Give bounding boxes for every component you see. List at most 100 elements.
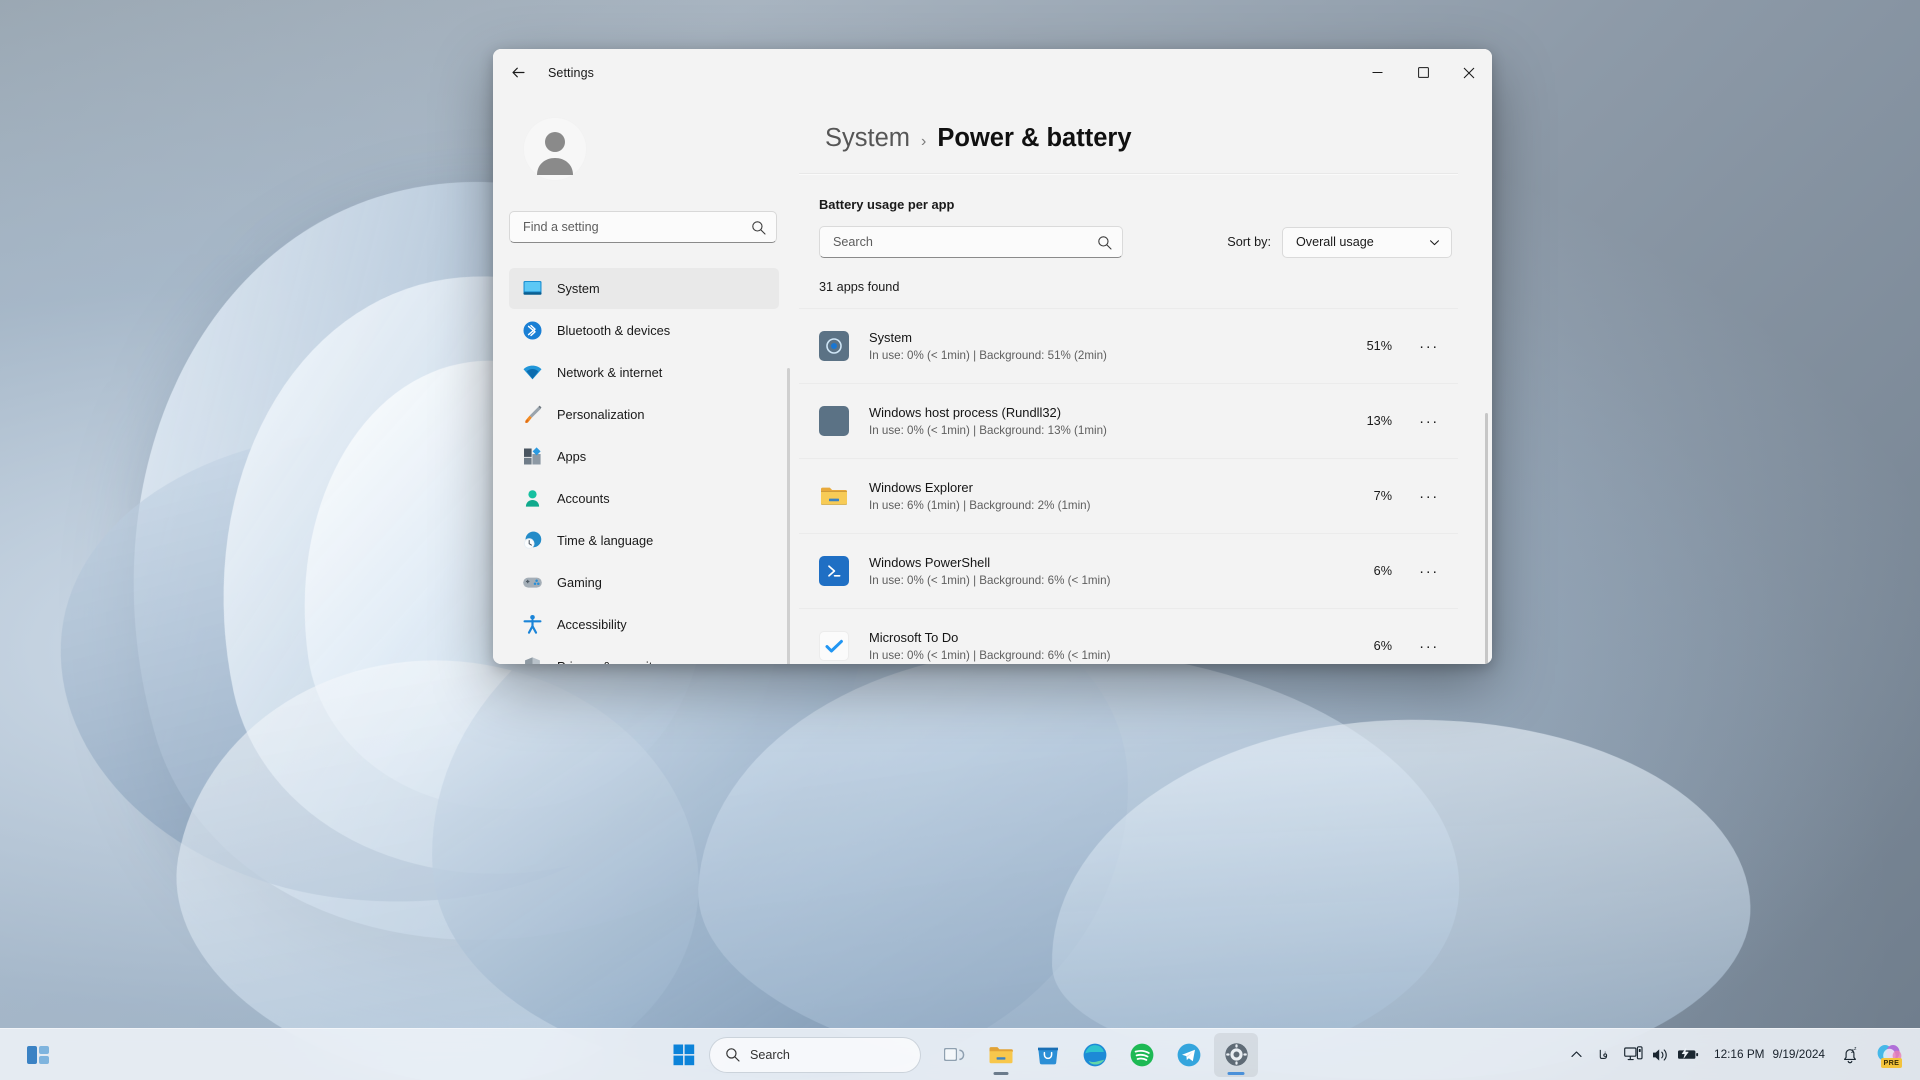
search-icon bbox=[752, 220, 766, 235]
sidebar-item-label: Apps bbox=[557, 449, 587, 464]
clock-time: 12:16 PM bbox=[1714, 1047, 1765, 1062]
sidebar-item-system[interactable]: System bbox=[509, 268, 779, 309]
taskbar-search[interactable]: Search bbox=[709, 1036, 921, 1073]
telegram-icon bbox=[1177, 1043, 1201, 1066]
app-usage-detail: In use: 0% (< 1min) | Background: 6% (< … bbox=[869, 649, 1111, 662]
app-percent: 6% bbox=[1373, 639, 1392, 653]
tray-status-button[interactable] bbox=[1617, 1035, 1706, 1075]
app-name: Windows Explorer bbox=[869, 480, 973, 495]
taskbar-app-settings[interactable] bbox=[1214, 1032, 1258, 1077]
sidebar-scrollbar[interactable] bbox=[787, 368, 790, 664]
monitor-icon bbox=[521, 278, 543, 300]
app-percent: 51% bbox=[1366, 339, 1392, 353]
sidebar-item-label: System bbox=[557, 281, 600, 296]
taskbar: Search فا 12:16 PM 9/19/2024 z z PRE bbox=[0, 1028, 1920, 1080]
row-more-button[interactable]: ··· bbox=[1414, 407, 1444, 435]
minimize-button[interactable] bbox=[1354, 49, 1400, 96]
app-name: Windows PowerShell bbox=[869, 555, 991, 570]
sort-by-dropdown[interactable]: Overall usage bbox=[1282, 226, 1452, 258]
sidebar-item-apps[interactable]: Apps bbox=[509, 436, 779, 477]
sidebar-item-bluetooth-devices[interactable]: Bluetooth & devices bbox=[509, 310, 779, 351]
table-row[interactable]: Windows PowerShell In use: 0% (< 1min) |… bbox=[799, 533, 1458, 608]
row-more-button[interactable]: ··· bbox=[1414, 557, 1444, 585]
clock-date: 9/19/2024 bbox=[1772, 1047, 1825, 1062]
taskbar-center: Search bbox=[662, 1032, 1258, 1077]
app-search-input[interactable] bbox=[833, 235, 1097, 249]
close-button[interactable] bbox=[1446, 49, 1492, 96]
apps-found-count: 31 apps found bbox=[819, 280, 900, 294]
content-scrollbar[interactable] bbox=[1485, 413, 1488, 664]
sidebar-item-accounts[interactable]: Accounts bbox=[509, 478, 779, 519]
taskbar-app-spotify[interactable] bbox=[1120, 1033, 1164, 1077]
sidebar-item-network-internet[interactable]: Network & internet bbox=[509, 352, 779, 393]
back-arrow-icon bbox=[511, 67, 525, 78]
accessibility-icon bbox=[521, 614, 543, 636]
sort-group: Sort by: Overall usage bbox=[1227, 226, 1452, 258]
taskbar-tray: فا 12:16 PM 9/19/2024 z z PRE bbox=[1563, 1035, 1910, 1075]
edge-icon bbox=[1083, 1043, 1107, 1066]
sidebar-item-label: Accounts bbox=[557, 491, 610, 506]
table-row[interactable]: Windows Explorer In use: 6% (1min) | Bac… bbox=[799, 458, 1458, 533]
widgets-button[interactable] bbox=[18, 1035, 58, 1075]
app-usage-detail: In use: 0% (< 1min) | Background: 13% (1… bbox=[869, 424, 1107, 437]
sidebar-item-accessibility[interactable]: Accessibility bbox=[509, 604, 779, 645]
task-view-icon bbox=[944, 1047, 965, 1061]
taskbar-app-task-view[interactable] bbox=[932, 1033, 976, 1077]
spotify-icon bbox=[1130, 1043, 1154, 1066]
widgets-icon bbox=[27, 1045, 49, 1064]
notification-button[interactable]: z z bbox=[1833, 1035, 1867, 1075]
app-usage-detail: In use: 6% (1min) | Background: 2% (1min… bbox=[869, 499, 1091, 512]
window-controls bbox=[1354, 49, 1492, 96]
sort-by-label: Sort by: bbox=[1227, 235, 1271, 249]
taskbar-app-microsoft-store[interactable] bbox=[1026, 1033, 1070, 1077]
app-name: Microsoft To Do bbox=[869, 630, 959, 645]
sidebar-item-gaming[interactable]: Gaming bbox=[509, 562, 779, 603]
avatar-container[interactable] bbox=[523, 117, 795, 181]
taskbar-app-file-explorer[interactable] bbox=[979, 1033, 1023, 1077]
row-more-button[interactable]: ··· bbox=[1414, 482, 1444, 510]
store-icon bbox=[1038, 1047, 1058, 1064]
tray-overflow-button[interactable] bbox=[1563, 1035, 1590, 1075]
shield-icon bbox=[521, 656, 543, 664]
table-row[interactable]: System In use: 0% (< 1min) | Background:… bbox=[799, 308, 1458, 383]
sidebar-item-privacy-security[interactable]: Privacy & security bbox=[509, 646, 779, 664]
copilot-button[interactable]: PRE bbox=[1869, 1035, 1910, 1075]
bluetooth-icon bbox=[521, 320, 543, 342]
sidebar-item-label: Network & internet bbox=[557, 365, 663, 380]
settings-search-box[interactable] bbox=[509, 211, 777, 243]
sidebar-item-label: Time & language bbox=[557, 533, 654, 548]
taskbar-app-telegram[interactable] bbox=[1167, 1033, 1211, 1077]
search-input[interactable] bbox=[523, 220, 751, 234]
filter-row: Sort by: Overall usage bbox=[799, 212, 1458, 258]
volume-icon bbox=[1653, 1048, 1667, 1061]
close-icon bbox=[1463, 67, 1475, 78]
row-more-button[interactable]: ··· bbox=[1414, 332, 1444, 360]
app-name: Windows host process (Rundll32) bbox=[869, 405, 1062, 420]
copilot-preview-badge: PRE bbox=[1881, 1057, 1902, 1068]
table-row[interactable]: Windows host process (Rundll32) In use: … bbox=[799, 383, 1458, 458]
app-info: Microsoft To Do In use: 0% (< 1min) | Ba… bbox=[869, 630, 1374, 662]
sort-by-value: Overall usage bbox=[1296, 235, 1374, 249]
app-percent: 6% bbox=[1373, 564, 1392, 578]
maximize-button[interactable] bbox=[1400, 49, 1446, 96]
start-button[interactable] bbox=[662, 1033, 706, 1077]
search-icon bbox=[726, 1048, 740, 1062]
account-icon bbox=[521, 488, 543, 510]
folder-icon bbox=[989, 1046, 1013, 1063]
taskbar-clock[interactable]: 12:16 PM 9/19/2024 bbox=[1708, 1035, 1831, 1075]
app-info: Windows PowerShell In use: 0% (< 1min) |… bbox=[869, 555, 1374, 587]
table-row[interactable]: Microsoft To Do In use: 0% (< 1min) | Ba… bbox=[799, 608, 1458, 664]
language-indicator-button[interactable]: فا bbox=[1592, 1035, 1615, 1075]
sidebar-item-time-language[interactable]: Time & language bbox=[509, 520, 779, 561]
folder-icon bbox=[819, 481, 849, 511]
breadcrumb: System › Power & battery bbox=[795, 96, 1492, 153]
app-search-box[interactable] bbox=[819, 226, 1123, 258]
window-title: Settings bbox=[548, 65, 594, 80]
battery-charging-icon bbox=[1678, 1047, 1699, 1059]
taskbar-app-microsoft-edge[interactable] bbox=[1073, 1033, 1117, 1077]
sidebar-item-personalization[interactable]: Personalization bbox=[509, 394, 779, 435]
sidebar-item-label: Accessibility bbox=[557, 617, 627, 632]
row-more-button[interactable]: ··· bbox=[1414, 632, 1444, 660]
back-button[interactable] bbox=[502, 57, 534, 89]
breadcrumb-parent[interactable]: System bbox=[825, 124, 910, 153]
